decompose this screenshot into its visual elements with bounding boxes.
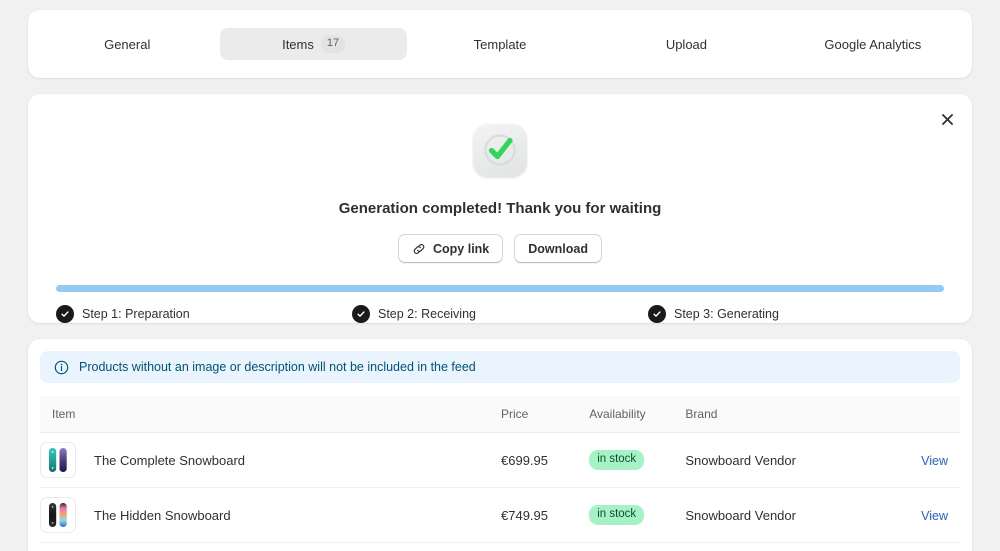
info-banner-text: Products without an image or description… (79, 360, 476, 374)
step-2-label: Step 2: Receiving (378, 307, 476, 321)
step-list: Step 1: Preparation Step 2: Receiving St… (56, 305, 944, 323)
view-link[interactable]: View (886, 509, 960, 523)
step-complete-check-icon (352, 305, 370, 323)
items-table-header-row: Item Price Availability Brand (40, 396, 960, 433)
tab-items[interactable]: Items 17 (220, 28, 407, 60)
status-badge: in stock (589, 504, 645, 526)
download-button[interactable]: Download (514, 234, 602, 263)
cell-item: The Hidden Snowboard (40, 487, 501, 543)
product-thumbnail-icon (40, 442, 76, 478)
step-3: Step 3: Generating (648, 305, 944, 323)
cell-item: The Complete Snowboard (40, 432, 501, 488)
step-1-label: Step 1: Preparation (82, 307, 190, 321)
step-complete-check-icon (56, 305, 74, 323)
generation-title: Generation completed! Thank you for wait… (338, 200, 662, 217)
info-circle-icon (54, 360, 69, 375)
cell-brand: Snowboard Vendor (685, 432, 886, 488)
column-header-availability: Availability (589, 396, 686, 433)
tab-google-analytics-label: Google Analytics (824, 36, 922, 52)
tab-items-badge: 17 (320, 35, 346, 53)
cell-action: View (885, 487, 960, 543)
table-row[interactable]: The Complete Snowboard €699.95 in stock … (40, 432, 960, 488)
column-header-action (885, 396, 960, 433)
column-header-price: Price (501, 396, 590, 433)
tab-general[interactable]: General (34, 28, 220, 60)
step-1: Step 1: Preparation (56, 305, 352, 323)
items-card: Products without an image or description… (28, 339, 972, 551)
items-table: Item Price Availability Brand The Comple… (40, 396, 960, 543)
progress-bar (56, 285, 944, 292)
progress-fill (56, 285, 944, 292)
cell-action: View (885, 432, 960, 488)
copy-link-button[interactable]: Copy link (398, 234, 504, 263)
close-icon[interactable] (934, 106, 960, 132)
tab-general-label: General (104, 36, 151, 52)
product-thumbnail-icon (40, 497, 76, 533)
success-check-icon (473, 123, 527, 177)
view-link[interactable]: View (886, 454, 960, 468)
tab-bar-card: General Items 17 Template Upload Google … (28, 10, 972, 78)
tab-list: General Items 17 Template Upload Google … (28, 10, 972, 78)
cell-availability: in stock (589, 432, 686, 488)
table-row[interactable]: The Hidden Snowboard €749.95 in stock Sn… (40, 487, 960, 543)
tab-upload-label: Upload (665, 36, 708, 52)
status-badge: in stock (589, 449, 645, 471)
cell-price: €749.95 (501, 487, 590, 543)
cell-availability: in stock (589, 487, 686, 543)
generation-status-card: Generation completed! Thank you for wait… (28, 94, 972, 323)
success-icon-wrapper (28, 123, 972, 177)
progress-track (56, 285, 944, 292)
tab-upload[interactable]: Upload (593, 28, 779, 60)
step-2: Step 2: Receiving (352, 305, 648, 323)
tab-template[interactable]: Template (407, 28, 593, 60)
column-header-item: Item (40, 396, 501, 433)
copy-link-label: Copy link (433, 241, 490, 256)
info-banner: Products without an image or description… (40, 351, 960, 383)
item-name: The Complete Snowboard (94, 452, 246, 468)
generation-actions: Copy link Download (28, 234, 972, 263)
page-root: General Items 17 Template Upload Google … (0, 0, 1000, 551)
step-complete-check-icon (648, 305, 666, 323)
column-header-brand: Brand (685, 396, 886, 433)
items-table-head: Item Price Availability Brand (40, 396, 960, 433)
step-3-label: Step 3: Generating (674, 307, 779, 321)
cell-brand: Snowboard Vendor (685, 487, 886, 543)
link-icon (412, 242, 426, 256)
item-name: The Hidden Snowboard (94, 507, 231, 523)
tab-items-label: Items (282, 36, 314, 52)
tab-template-label: Template (473, 36, 527, 52)
tab-google-analytics[interactable]: Google Analytics (780, 28, 966, 60)
cell-price: €699.95 (501, 432, 590, 488)
download-label: Download (528, 241, 588, 256)
items-table-body: The Complete Snowboard €699.95 in stock … (40, 432, 960, 543)
